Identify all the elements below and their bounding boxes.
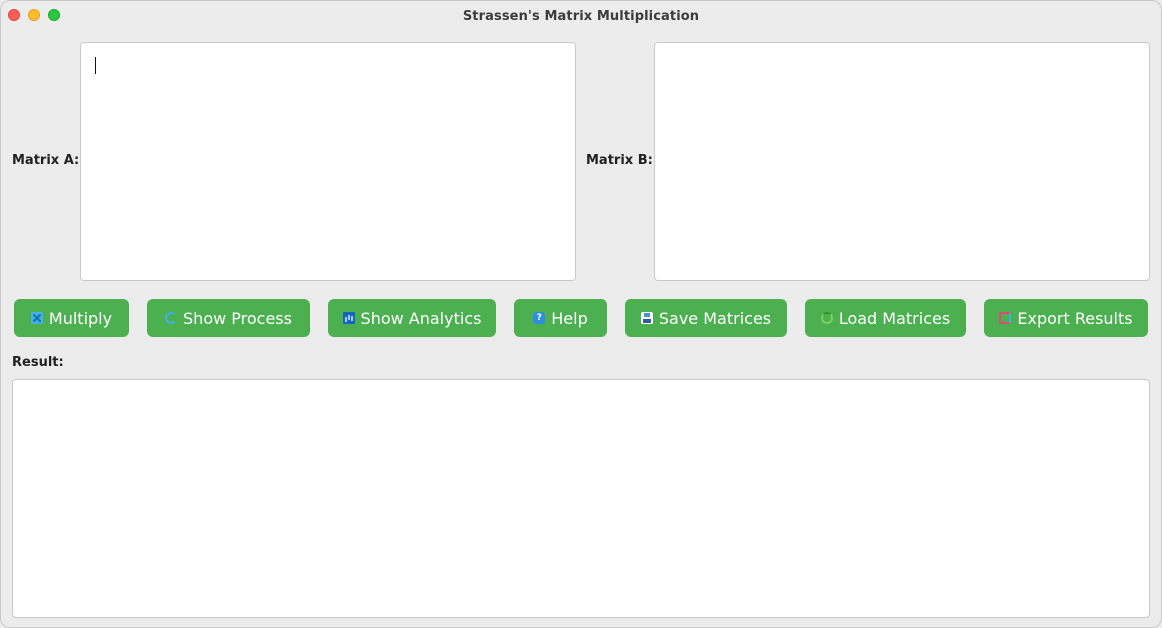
multiply-icon — [30, 312, 43, 324]
load-matrices-button[interactable]: Load Matrices — [805, 299, 966, 337]
text-cursor — [95, 57, 96, 74]
minimize-window-button[interactable] — [28, 9, 40, 21]
chart-icon — [342, 312, 355, 324]
export-icon — [999, 312, 1012, 324]
matrix-a-input[interactable] — [80, 42, 576, 281]
matrix-a-label: Matrix A: — [12, 153, 80, 168]
title-bar[interactable]: Strassen's Matrix Multiplication — [1, 1, 1161, 31]
matrix-b-input[interactable] — [654, 42, 1150, 281]
result-label: Result: — [12, 355, 64, 370]
window-title: Strassen's Matrix Multiplication — [462, 8, 700, 24]
multiply-button[interactable]: Multiply — [14, 299, 129, 337]
show-process-button-label: Show Process — [183, 308, 292, 328]
show-analytics-button[interactable]: Show Analytics — [328, 299, 496, 337]
close-window-button[interactable] — [8, 9, 20, 21]
matrix-b-label: Matrix B: — [586, 153, 653, 168]
save-icon — [640, 312, 653, 324]
save-matrices-button-label: Save Matrices — [658, 308, 772, 328]
result-output[interactable] — [12, 379, 1150, 618]
help-icon: ? — [533, 312, 546, 324]
show-analytics-button-label: Show Analytics — [360, 308, 482, 328]
app-window: Strassen's Matrix Multiplication Matrix … — [0, 0, 1162, 628]
help-button[interactable]: ? Help — [514, 299, 607, 337]
save-matrices-button[interactable]: Save Matrices — [625, 299, 787, 337]
cycle-icon — [165, 312, 178, 324]
show-process-button[interactable]: Show Process — [147, 299, 310, 337]
load-matrices-button-label: Load Matrices — [838, 308, 951, 328]
multiply-button-label: Multiply — [48, 308, 113, 328]
load-icon — [820, 312, 833, 324]
export-results-button-label: Export Results — [1017, 308, 1133, 328]
maximize-window-button[interactable] — [48, 9, 60, 21]
export-results-button[interactable]: Export Results — [984, 299, 1148, 337]
help-button-label: Help — [551, 308, 588, 328]
